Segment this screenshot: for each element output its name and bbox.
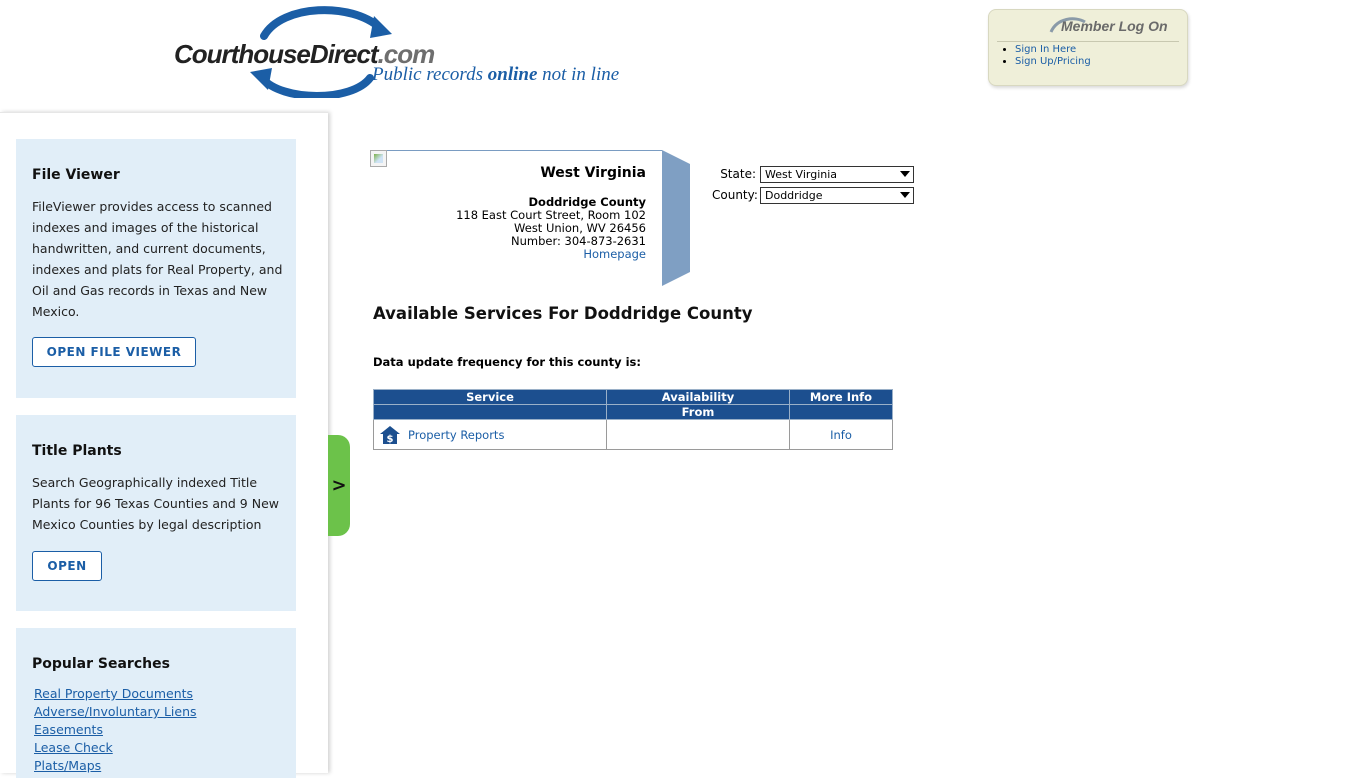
title-plants-text: Search Geographically indexed Title Plan… xyxy=(32,475,279,532)
broken-image-icon xyxy=(370,150,387,167)
update-frequency-text: Data update frequency for this county is… xyxy=(373,355,642,369)
popular-searches-card: Popular Searches Real Property Documents… xyxy=(16,628,296,778)
sidebar-toggle-button[interactable]: > xyxy=(328,435,350,536)
col-header-service: Service xyxy=(373,389,607,405)
state-select-label: State: xyxy=(720,167,756,181)
county-select[interactable]: Doddridge xyxy=(760,187,914,204)
site-logo[interactable]: CourthouseDirect.com Public records onli… xyxy=(172,6,622,98)
state-name: West Virginia xyxy=(540,165,646,181)
popular-link-easements[interactable]: Easements xyxy=(34,722,103,737)
col-header-availability: Availability xyxy=(606,389,790,405)
file-viewer-title: File Viewer xyxy=(32,167,120,183)
open-title-plants-button[interactable]: OPEN xyxy=(32,551,102,581)
popular-link-real-property[interactable]: Real Property Documents xyxy=(34,686,193,701)
availability-cell xyxy=(606,419,790,450)
file-viewer-text: FileViewer provides access to scanned in… xyxy=(32,199,283,319)
member-log-on-box: Member Log On Sign In Here Sign Up/Prici… xyxy=(988,9,1188,86)
col-subheader-empty xyxy=(789,404,893,420)
title-plants-card: Title Plants Search Geographically index… xyxy=(16,415,296,611)
county-select-label: County: xyxy=(712,188,758,202)
more-info-link[interactable]: Info xyxy=(830,428,852,442)
table-row: $ Property Reports Info xyxy=(373,419,893,450)
col-subheader-from: From xyxy=(606,404,790,420)
col-subheader-empty xyxy=(373,404,607,420)
popular-searches-title: Popular Searches xyxy=(32,656,170,672)
chevron-down-icon xyxy=(900,171,910,177)
col-header-more-info: More Info xyxy=(789,389,893,405)
county-homepage-link[interactable]: Homepage xyxy=(583,248,646,261)
house-dollar-icon: $ xyxy=(380,425,400,445)
sign-up-link[interactable]: Sign Up/Pricing xyxy=(1015,56,1091,67)
chevron-down-icon xyxy=(900,192,910,198)
open-file-viewer-button[interactable]: OPEN FILE VIEWER xyxy=(32,337,196,367)
title-plants-title: Title Plants xyxy=(32,443,122,459)
card-ribbon-decoration xyxy=(662,150,690,286)
popular-link-liens[interactable]: Adverse/Involuntary Liens xyxy=(34,704,197,719)
county-info-card: West Virginia Doddridge County 118 East … xyxy=(370,150,662,286)
svg-text:$: $ xyxy=(387,434,394,445)
member-log-on-title: Member Log On xyxy=(1061,18,1168,34)
member-divider xyxy=(997,41,1179,42)
state-select[interactable]: West Virginia xyxy=(760,166,914,183)
logo-tagline: Public records online not in line xyxy=(372,64,620,85)
state-select-row: State: West Virginia xyxy=(712,166,914,183)
services-title: Available Services For Doddridge County xyxy=(373,304,753,323)
county-select-row: County: Doddridge xyxy=(712,187,914,204)
property-reports-link[interactable]: Property Reports xyxy=(408,428,504,442)
services-table: Service Availability More Info From $ Pr… xyxy=(373,389,893,450)
popular-link-plats-maps[interactable]: Plats/Maps xyxy=(34,758,101,773)
file-viewer-card: File Viewer FileViewer provides access t… xyxy=(16,139,296,398)
popular-link-lease-check[interactable]: Lease Check xyxy=(34,740,113,755)
sign-in-link[interactable]: Sign In Here xyxy=(1015,44,1076,55)
